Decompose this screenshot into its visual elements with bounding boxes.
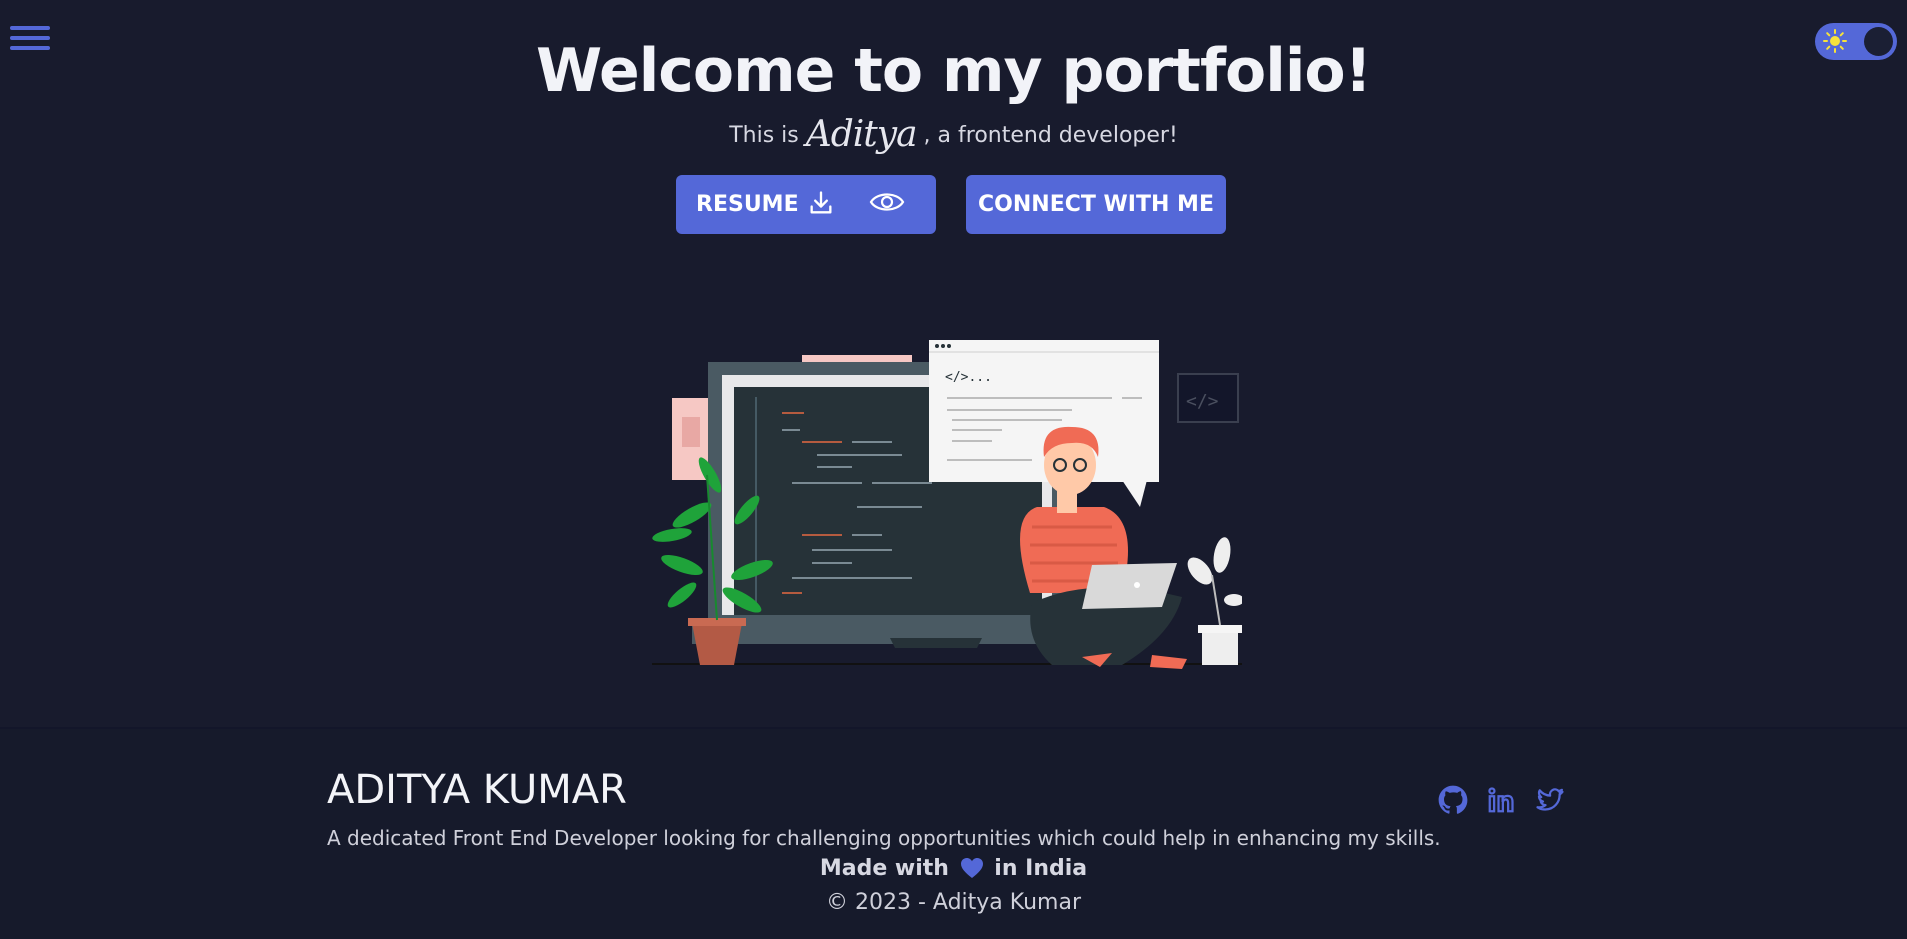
subtitle-suffix: , a frontend developer!: [916, 123, 1178, 148]
github-icon[interactable]: [1438, 785, 1468, 815]
resume-button[interactable]: RESUME: [676, 175, 936, 234]
hero-subtitle: This is Aditya , a frontend developer!: [0, 114, 1907, 155]
subtitle-name: Aditya: [805, 114, 918, 155]
connect-button[interactable]: CONNECT WITH ME: [966, 175, 1226, 234]
developer-with-laptop-illustration: </>... </>: [652, 340, 1242, 669]
footer: ADITYA KUMAR A dedicated Front End Devel…: [0, 727, 1907, 939]
made-with-text: Made with in India: [0, 856, 1907, 881]
twitter-icon[interactable]: [1535, 785, 1565, 815]
made-with-suffix: in India: [994, 856, 1088, 881]
subtitle-prefix: This is: [729, 123, 806, 148]
download-icon[interactable]: [807, 189, 835, 217]
footer-description: A dedicated Front End Developer looking …: [327, 826, 1441, 850]
resume-label: RESUME: [696, 192, 799, 217]
eye-icon[interactable]: [869, 187, 905, 217]
footer-name: ADITYA KUMAR: [327, 767, 627, 813]
code-tag-text: </>...: [945, 370, 992, 385]
made-with-prefix: Made with: [819, 856, 949, 881]
heart-icon: [960, 858, 983, 878]
copyright-text: © 2023 - Aditya Kumar: [826, 890, 1081, 915]
linkedin-icon[interactable]: [1486, 785, 1516, 815]
page-title: Welcome to my portfolio!: [536, 36, 1372, 106]
connect-label: CONNECT WITH ME: [978, 192, 1214, 217]
code-badge-text: </>: [1186, 391, 1219, 412]
